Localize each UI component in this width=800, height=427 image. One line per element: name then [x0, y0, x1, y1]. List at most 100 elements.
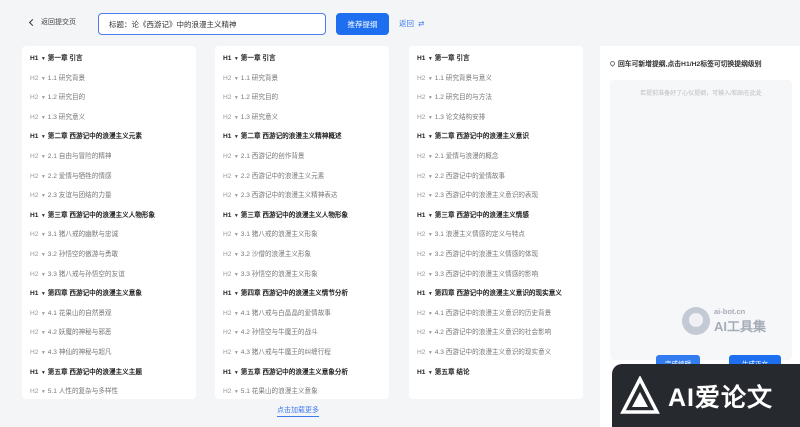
caret-down-icon[interactable]: ▼ [232, 95, 239, 101]
level-tag[interactable]: H2 [223, 94, 231, 101]
outline-item[interactable]: H1 ▼ 第五章 结论 [417, 368, 583, 378]
outline-item[interactable]: H2 ▼ 4.3 猪八戒与牛魔王的纠缠行程 [223, 348, 389, 358]
level-tag[interactable]: H2 [30, 329, 38, 336]
outline-item[interactable]: H1 ▼ 第四章 西游记中的浪漫主义意识的现实意义 [417, 289, 583, 299]
outline-item[interactable]: H2 ▼ 5.1 人性的复杂与多样性 [30, 387, 196, 397]
outline-item[interactable]: H2 ▼ 2.3 西游记中的浪漫主义意识的表现 [417, 191, 583, 201]
caret-down-icon[interactable]: ▼ [232, 213, 239, 219]
caret-down-icon[interactable]: ▼ [426, 134, 433, 140]
level-tag[interactable]: H1 [417, 290, 425, 297]
caret-down-icon[interactable]: ▼ [232, 193, 239, 199]
caret-down-icon[interactable]: ▼ [426, 272, 433, 278]
level-tag[interactable]: H2 [223, 192, 231, 199]
caret-down-icon[interactable]: ▼ [426, 232, 433, 238]
outline-item[interactable]: H2 ▼ 3.2 西游记中的浪漫主义情感的体现 [417, 250, 583, 260]
outline-item[interactable]: H2 ▼ 5.1 花果山的浪漫主义意象 [223, 387, 389, 397]
caret-down-icon[interactable]: ▼ [39, 154, 46, 160]
outline-item[interactable]: H2 ▼ 1.2 研究目的与方法 [417, 93, 583, 103]
outline-item[interactable]: H2 ▼ 3.3 猪八戒与孙悟空的友谊 [30, 270, 196, 280]
outline-item[interactable]: H2 ▼ 3.3 孙悟空的浪漫主义形象 [223, 270, 389, 280]
return-link[interactable]: 返回 ⇄ [399, 18, 424, 29]
caret-down-icon[interactable]: ▼ [426, 154, 433, 160]
level-tag[interactable]: H2 [417, 310, 425, 317]
level-tag[interactable]: H2 [223, 153, 231, 160]
outline-item[interactable]: H1 ▼ 第四章 西游记中的浪漫主义意象 [30, 289, 196, 299]
level-tag[interactable]: H2 [30, 310, 38, 317]
level-tag[interactable]: H1 [30, 133, 38, 140]
outline-item[interactable]: H2 ▼ 2.3 西游记中的浪漫主义精神表达 [223, 191, 389, 201]
outline-item[interactable]: H2 ▼ 4.1 西游记中的浪漫主义意识的历史背景 [417, 309, 583, 319]
caret-down-icon[interactable]: ▼ [232, 232, 239, 238]
title-input[interactable]: 标题：论《西游记》中的浪漫主义精神 [98, 13, 326, 35]
level-tag[interactable]: H2 [30, 349, 38, 356]
outline-item[interactable]: H1 ▼ 第一章 引言 [417, 54, 583, 64]
level-tag[interactable]: H1 [30, 290, 38, 297]
caret-down-icon[interactable]: ▼ [39, 76, 46, 82]
level-tag[interactable]: H2 [223, 329, 231, 336]
caret-down-icon[interactable]: ▼ [426, 311, 433, 317]
outline-item[interactable]: H2 ▼ 3.1 猪八戒的浪漫主义形象 [223, 230, 389, 240]
caret-down-icon[interactable]: ▼ [232, 389, 239, 395]
outline-item[interactable]: H1 ▼ 第三章 西游记中的浪漫主义情感 [417, 211, 583, 221]
caret-down-icon[interactable]: ▼ [39, 389, 46, 395]
caret-down-icon[interactable]: ▼ [426, 291, 433, 297]
level-tag[interactable]: H2 [417, 94, 425, 101]
caret-down-icon[interactable]: ▼ [39, 115, 46, 121]
outline-item[interactable]: H2 ▼ 4.2 西游记中的浪漫主义意识的社会影响 [417, 328, 583, 338]
caret-down-icon[interactable]: ▼ [232, 311, 239, 317]
outline-item[interactable]: H2 ▼ 1.3 研究意义 [223, 113, 389, 123]
caret-down-icon[interactable]: ▼ [39, 291, 46, 297]
level-tag[interactable]: H1 [30, 369, 38, 376]
caret-down-icon[interactable]: ▼ [39, 311, 46, 317]
caret-down-icon[interactable]: ▼ [232, 252, 239, 258]
outline-item[interactable]: H2 ▼ 2.2 西游记中的浪漫主义元素 [223, 172, 389, 182]
level-tag[interactable]: H2 [30, 173, 38, 180]
level-tag[interactable]: H2 [417, 114, 425, 121]
caret-down-icon[interactable]: ▼ [39, 272, 46, 278]
caret-down-icon[interactable]: ▼ [426, 56, 433, 62]
outline-item[interactable]: H2 ▼ 3.1 浪漫主义情感的定义与特点 [417, 230, 583, 240]
outline-item[interactable]: H2 ▼ 2.3 友谊与团结的力量 [30, 191, 196, 201]
caret-down-icon[interactable]: ▼ [426, 370, 433, 376]
caret-down-icon[interactable]: ▼ [426, 174, 433, 180]
caret-down-icon[interactable]: ▼ [426, 115, 433, 121]
caret-down-icon[interactable]: ▼ [39, 350, 46, 356]
outline-item[interactable]: H2 ▼ 4.2 妖魔的神秘与邪恶 [30, 328, 196, 338]
caret-down-icon[interactable]: ▼ [232, 272, 239, 278]
level-tag[interactable]: H1 [417, 133, 425, 140]
caret-down-icon[interactable]: ▼ [426, 330, 433, 336]
level-tag[interactable]: H2 [30, 388, 38, 395]
level-tag[interactable]: H2 [30, 251, 38, 258]
caret-down-icon[interactable]: ▼ [39, 232, 46, 238]
outline-item[interactable]: H2 ▼ 3.3 西游记中的浪漫主义情感的影响 [417, 270, 583, 280]
caret-down-icon[interactable]: ▼ [426, 350, 433, 356]
caret-down-icon[interactable]: ▼ [426, 252, 433, 258]
caret-down-icon[interactable]: ▼ [39, 330, 46, 336]
outline-item[interactable]: H1 ▼ 第五章 西游记中的浪漫主义意象分析 [223, 368, 389, 378]
level-tag[interactable]: H2 [223, 388, 231, 395]
outline-item[interactable]: H2 ▼ 3.2 沙僧的浪漫主义形象 [223, 250, 389, 260]
level-tag[interactable]: H1 [30, 55, 38, 62]
caret-down-icon[interactable]: ▼ [426, 95, 433, 101]
outline-item[interactable]: H2 ▼ 2.1 自由与冒险的精神 [30, 152, 196, 162]
recommend-outline-button[interactable]: 推荐提纲 [336, 13, 389, 35]
level-tag[interactable]: H2 [223, 114, 231, 121]
outline-item[interactable]: H2 ▼ 2.2 爱情与牺牲的情感 [30, 172, 196, 182]
caret-down-icon[interactable]: ▼ [39, 193, 46, 199]
caret-down-icon[interactable]: ▼ [39, 134, 46, 140]
back-link[interactable]: 返回提交页 [28, 17, 76, 27]
caret-down-icon[interactable]: ▼ [232, 291, 239, 297]
level-tag[interactable]: H2 [417, 173, 425, 180]
caret-down-icon[interactable]: ▼ [39, 174, 46, 180]
level-tag[interactable]: H2 [417, 192, 425, 199]
level-tag[interactable]: H2 [30, 75, 38, 82]
level-tag[interactable]: H2 [417, 329, 425, 336]
outline-item[interactable]: H2 ▼ 2.1 爱情与浪漫的概念 [417, 152, 583, 162]
level-tag[interactable]: H2 [223, 75, 231, 82]
level-tag[interactable]: H2 [30, 231, 38, 238]
level-tag[interactable]: H1 [223, 290, 231, 297]
outline-item[interactable]: H1 ▼ 第四章 西游记中的浪漫主义情节分析 [223, 289, 389, 299]
level-tag[interactable]: H2 [223, 231, 231, 238]
caret-down-icon[interactable]: ▼ [232, 154, 239, 160]
outline-item[interactable]: H2 ▼ 1.1 研究背景 [223, 74, 389, 84]
